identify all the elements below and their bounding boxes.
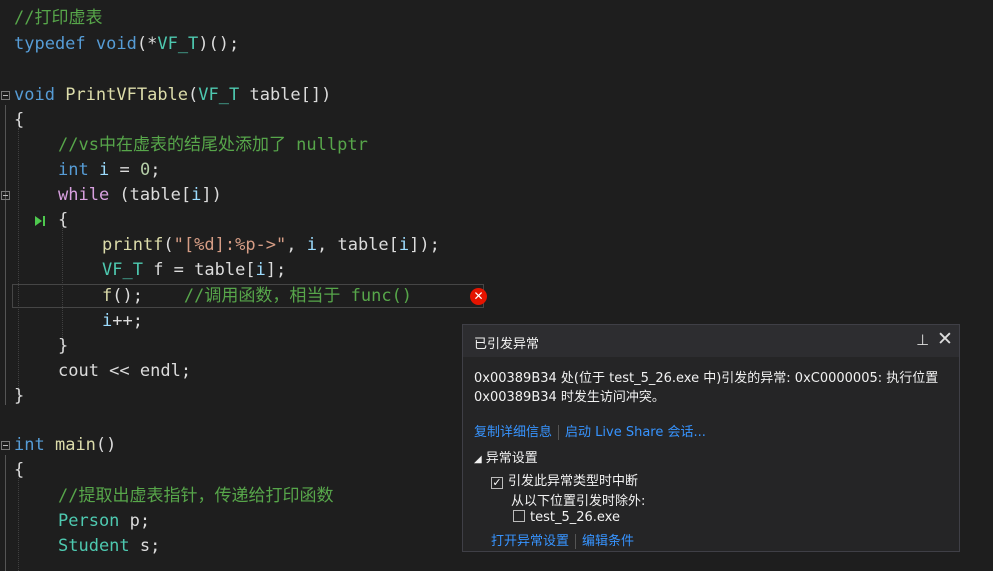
exception-error-icon[interactable]: ✕ <box>470 288 487 305</box>
code-line: int i = 0; <box>58 160 161 180</box>
code-line: Person p; <box>58 511 151 531</box>
code-line: //vs中在虚表的结尾处添加了 nullptr <box>58 135 368 155</box>
code-line: printf("[%d]:%p->", i, table[i]); <box>102 235 440 255</box>
code-line: typedef void(*VF_T)(); <box>14 34 240 54</box>
module-label: test_5_26.exe <box>530 510 620 525</box>
fold-toggle-icon[interactable] <box>1 441 10 450</box>
code-line: int main() <box>14 435 117 455</box>
break-when-thrown-checkbox[interactable]: ✓ <box>491 477 503 489</box>
popup-header: 已引发异常 ⊥ ✕ <box>463 325 959 357</box>
fold-line <box>5 455 6 571</box>
pin-icon[interactable]: ⊥ <box>916 331 929 349</box>
section-title: 异常设置 <box>485 451 538 466</box>
code-line: cout << endl; <box>58 361 192 381</box>
except-from-label: 从以下位置引发时除外: <box>511 494 646 509</box>
code-line: { <box>14 110 25 130</box>
break-when-thrown-row[interactable]: ✓ 引发此异常类型时中断 <box>491 470 638 489</box>
code-line: VF_T f = table[i]; <box>102 260 287 280</box>
code-line: } <box>14 386 25 406</box>
run-to-click-bar <box>43 216 45 226</box>
edit-conditions-link[interactable]: 编辑条件 <box>582 534 634 549</box>
popup-title: 已引发异常 <box>474 337 540 352</box>
link-separator <box>575 534 577 549</box>
code-line: { <box>58 210 69 230</box>
module-row[interactable]: test_5_26.exe <box>513 510 620 525</box>
close-icon[interactable]: ✕ <box>937 328 953 350</box>
code-line: } <box>58 336 69 356</box>
code-line: void PrintVFTable(VF_T table[]) <box>14 85 332 105</box>
popup-bottom-links: 打开异常设置 编辑条件 <box>491 530 634 549</box>
code-line: //提取出虚表指针，传递给打印函数 <box>58 486 334 506</box>
live-share-link[interactable]: 启动 Live Share 会话... <box>565 425 706 440</box>
indent-guide <box>18 128 19 398</box>
code-line: Student s; <box>58 536 161 556</box>
break-when-thrown-label: 引发此异常类型时中断 <box>508 474 639 489</box>
code-line: { <box>14 460 25 480</box>
copy-details-link[interactable]: 复制详细信息 <box>474 425 552 440</box>
module-checkbox[interactable] <box>513 510 525 522</box>
open-exception-settings-link[interactable]: 打开异常设置 <box>491 534 569 549</box>
code-line: //打印虚表 <box>14 8 103 28</box>
fold-toggle-icon[interactable] <box>1 191 10 200</box>
popup-links: 复制详细信息 启动 Live Share 会话... <box>474 421 706 440</box>
link-separator <box>558 425 560 440</box>
indent-guide <box>18 478 19 571</box>
exception-message: 0x00389B34 处(位于 test_5_26.exe 中)引发的异常: 0… <box>474 371 939 405</box>
fold-toggle-icon[interactable] <box>1 91 10 100</box>
code-line: while (table[i]) <box>58 185 222 205</box>
code-line: i++; <box>102 311 143 331</box>
run-to-click-icon[interactable] <box>35 216 42 226</box>
exception-settings-toggle[interactable]: ◢ 异常设置 <box>474 447 538 466</box>
fold-line <box>5 105 6 405</box>
exception-helper-popup: 已引发异常 ⊥ ✕ 0x00389B34 处(位于 test_5_26.exe … <box>462 324 960 552</box>
code-line-current: f(); //调用函数，相当于 func() <box>102 286 413 306</box>
collapse-triangle-icon: ◢ <box>474 454 482 465</box>
